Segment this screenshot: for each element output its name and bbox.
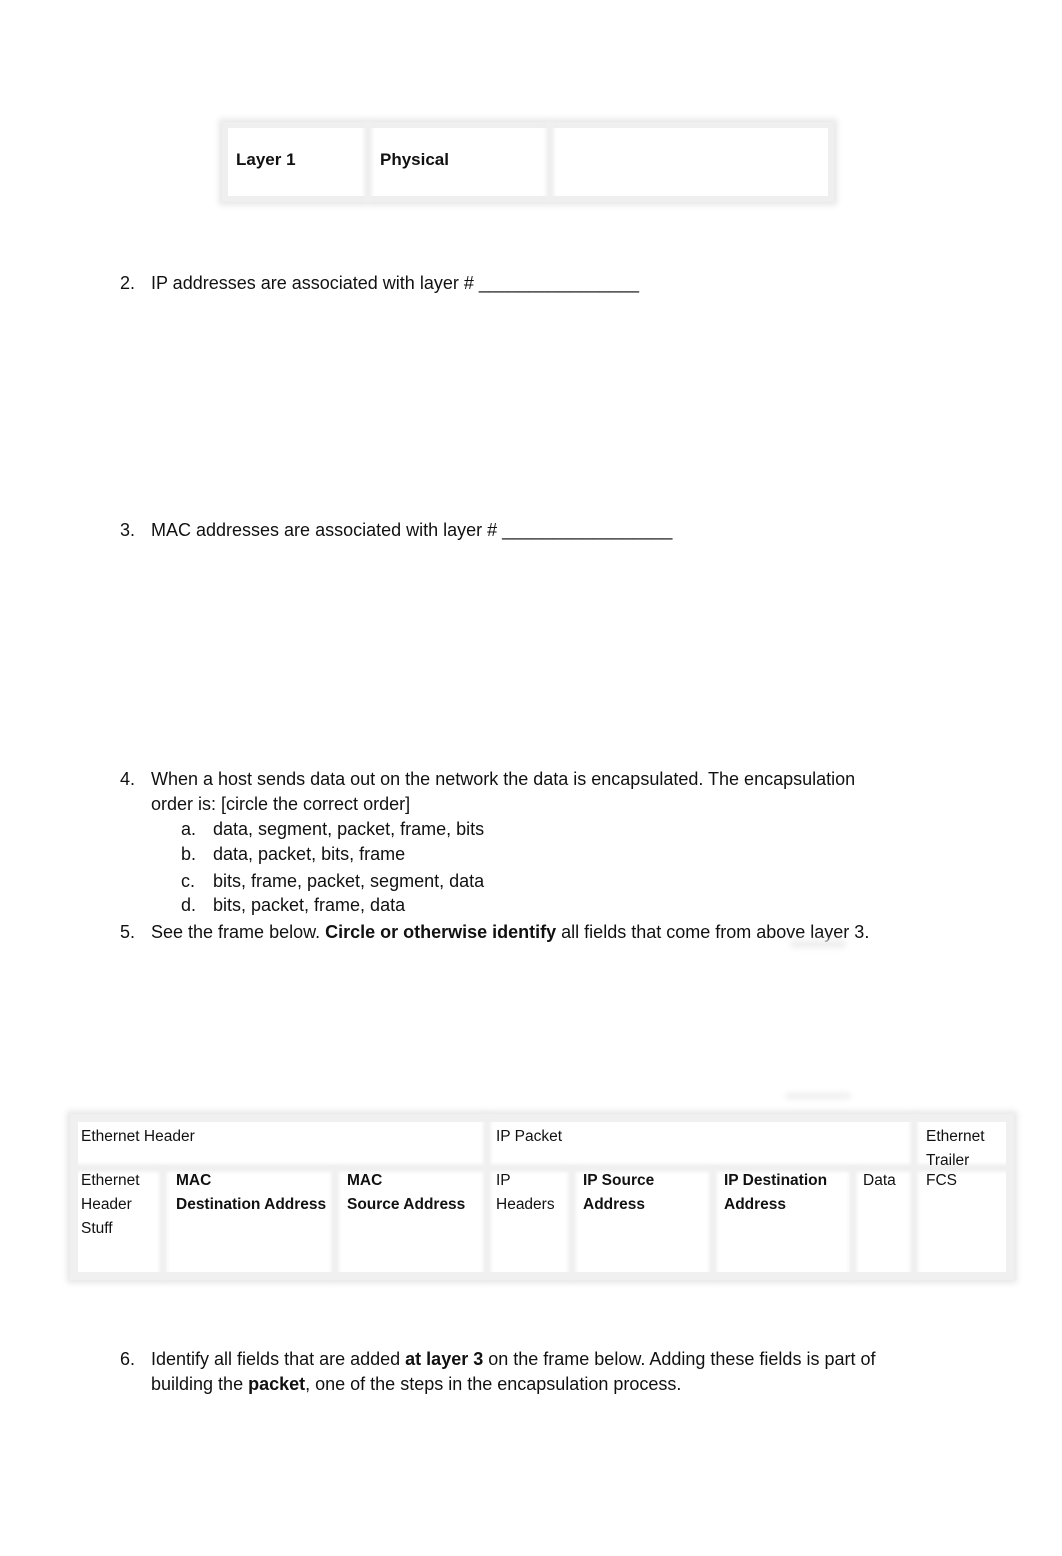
group-ip-packet: IP Packet	[496, 1128, 563, 1145]
question-text: IP addresses are associated with layer #	[151, 273, 479, 293]
answer-blank[interactable]: _________________	[502, 520, 672, 540]
option-text: data, segment, packet, frame, bits	[213, 819, 485, 839]
option-label: c.	[181, 871, 196, 891]
field-ethernet-header-stuff[interactable]: Ethernet Header Stuff	[81, 1169, 140, 1241]
question-text-line-2: order is: [circle the correct order]	[151, 794, 411, 814]
question-text: MAC addresses are associated with layer …	[151, 520, 503, 540]
scan-smudge	[785, 1093, 851, 1099]
column-divider	[546, 122, 554, 202]
field-ip-headers[interactable]: IP Headers	[496, 1169, 555, 1217]
layer-table: Layer 1 Physical	[222, 122, 834, 202]
question-number: 6.	[120, 1349, 136, 1369]
scan-smudge	[790, 940, 846, 948]
question-emphasis: packet	[248, 1374, 306, 1394]
question-emphasis: at layer 3	[405, 1349, 484, 1369]
question-6-line-2: building the packet, one of the steps in…	[151, 1372, 681, 1397]
answer-blank[interactable]: ________________	[479, 273, 639, 293]
column-divider	[709, 1168, 717, 1280]
column-divider	[364, 122, 372, 202]
option-text: bits, packet, frame, data	[213, 895, 406, 915]
question-number: 2.	[120, 273, 136, 293]
option-text: bits, frame, packet, segment, data	[213, 871, 485, 891]
group-ethernet-trailer: Ethernet Trailer	[926, 1128, 985, 1169]
column-divider	[331, 1168, 339, 1280]
column-divider	[568, 1168, 576, 1280]
question-text: , one of the steps in the encapsulation …	[305, 1374, 682, 1394]
question-text: building the	[151, 1374, 249, 1394]
question-number: 3.	[120, 520, 136, 540]
group-ethernet-header: Ethernet Header	[81, 1128, 195, 1145]
field-ip-destination-address[interactable]: IP Destination Address	[724, 1169, 827, 1217]
question-number: 4.	[120, 769, 136, 789]
column-divider	[483, 1114, 491, 1280]
field-ip-source-address[interactable]: IP Source Address	[583, 1169, 654, 1217]
layer-number-cell: Layer 1	[236, 150, 296, 169]
question-emphasis: Circle or otherwise identify	[325, 922, 557, 942]
layer-answer-cell[interactable]	[554, 128, 828, 196]
column-divider	[159, 1168, 167, 1280]
layer-name-cell: Physical	[380, 150, 449, 169]
field-mac-destination-address[interactable]: MAC Destination Address	[176, 1169, 326, 1217]
field-fcs[interactable]: FCS	[926, 1169, 957, 1193]
field-data[interactable]: Data	[863, 1169, 896, 1193]
question-text: See the frame below.	[151, 922, 326, 942]
question-text-line-1: When a host sends data out on the networ…	[151, 769, 856, 789]
question-text: on the frame below. Adding these fields …	[483, 1349, 876, 1369]
column-divider	[910, 1114, 918, 1280]
question-text: all fields that come from above layer 3.	[556, 922, 870, 942]
question-text: Identify all fields that are added	[151, 1349, 406, 1369]
field-mac-source-address[interactable]: MAC Source Address	[347, 1169, 465, 1217]
option-label: a.	[181, 819, 197, 839]
option-text: data, packet, bits, frame	[213, 844, 406, 864]
option-label: d.	[181, 895, 197, 915]
ethernet-frame-table: Ethernet Header IP Packet Ethernet Trail…	[70, 1114, 1014, 1280]
column-divider	[849, 1168, 857, 1280]
option-label: b.	[181, 844, 197, 864]
question-number: 5.	[120, 922, 136, 942]
